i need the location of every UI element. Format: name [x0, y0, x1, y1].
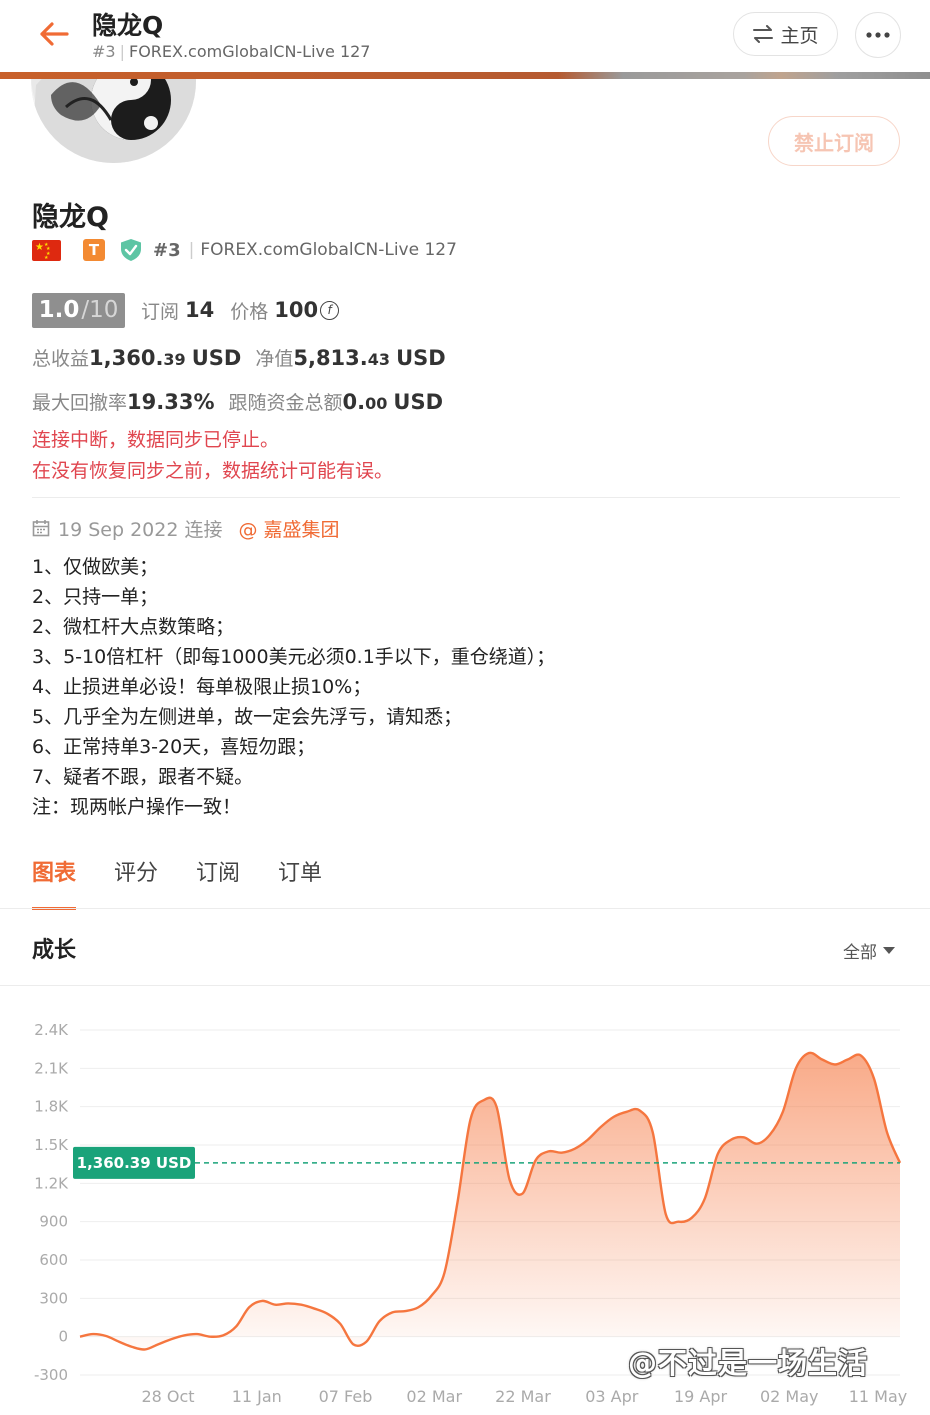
drawdown-label: 最大回撤率 [32, 392, 128, 414]
divider [32, 497, 900, 498]
stats-row-3: 最大回撤率19.33% 跟随资金总额0.00 USD [32, 388, 443, 415]
equity-label: 净值 [255, 348, 294, 370]
score-value: 1.0 [38, 297, 80, 323]
header-rank: #3 [92, 42, 116, 61]
sync-warning-line-1: 连接中断，数据同步已停止。 [32, 429, 280, 451]
price-label: 价格 [230, 300, 269, 323]
unsubscribe-button[interactable]: 禁止订阅 [768, 116, 900, 166]
y-tick-label: 600 [39, 1251, 68, 1269]
current-value-label: 1,360.39 USD [73, 1146, 195, 1179]
drawdown-value: 19.33% [127, 390, 215, 414]
provider-name: 隐龙Q [32, 202, 109, 233]
page-title: 隐龙Q [92, 11, 164, 40]
description-line: 2、微杠杆大点数策略； [32, 616, 235, 638]
description-line: 2、只持一单； [32, 586, 159, 608]
price-value: 100 [274, 298, 319, 322]
x-tick-label: 07 Feb [319, 1387, 373, 1406]
connected-date: 19 Sep 2022 连接 [58, 518, 223, 541]
description-line: 1、仅做欧美； [32, 556, 159, 578]
description-line: 7、疑者不跟，跟者不疑。 [32, 766, 254, 788]
x-tick-label: 28 Oct [141, 1387, 194, 1406]
home-button-label: 主页 [780, 24, 819, 47]
x-tick-label: 02 May [760, 1387, 819, 1406]
y-tick-label: 2.4K [34, 1021, 69, 1039]
x-tick-label: 03 Apr [585, 1387, 639, 1406]
y-tick-label: 0 [58, 1328, 68, 1346]
sync-warning: 连接中断，数据同步已停止。 在没有恢复同步之前，数据统计可能有误。 [32, 425, 393, 487]
description-line: 6、正常持单3-20天，喜短勿跟； [32, 736, 316, 758]
top-bar: 隐龙Q #3 | FOREX.comGlobalCN-Live 127 主页 [0, 0, 930, 72]
y-tick-label: 2.1K [34, 1059, 69, 1077]
total-profit-unit: USD [191, 346, 242, 370]
watermark: @不过是一场生活 [628, 1346, 869, 1380]
y-tick-label: 1.2K [34, 1174, 69, 1192]
tab-subscriptions[interactable]: 订阅 [196, 855, 240, 910]
tab-bar: 图表 评分 订阅 订单 [32, 855, 360, 910]
follow-funds-label: 跟随资金总额 [228, 392, 343, 414]
time-range-dropdown[interactable]: 全部 [843, 938, 895, 963]
time-range-value: 全部 [843, 943, 877, 963]
x-tick-label: 11 Jan [232, 1387, 282, 1406]
x-tick-label: 11 May [849, 1387, 908, 1406]
strategy-description: 1、仅做欧美； 2、只持一单； 2、微杠杆大点数策略； 3、5-10倍杠杆（即每… [32, 552, 555, 822]
x-tick-label: 22 Mar [495, 1387, 551, 1406]
tab-orders[interactable]: 订单 [278, 855, 322, 910]
verified-shield-icon [121, 239, 141, 261]
trader-type-badge: T [83, 239, 105, 261]
score-badge: 1.0/10 [32, 292, 125, 328]
follow-funds-decimals: 00 [365, 394, 388, 413]
y-tick-label: 900 [39, 1213, 68, 1231]
connection-meta: 19 Sep 2022 连接 @ 嘉盛集团 [32, 514, 340, 542]
follow-funds-unit: USD [393, 390, 444, 414]
equity-unit: USD [396, 346, 446, 370]
more-dots-icon [866, 32, 890, 38]
total-profit-label: 总收益 [32, 348, 90, 370]
y-tick-label: 300 [39, 1289, 68, 1307]
stats-row-2: 总收益1,360.39 USD 净值5,813.43 USD [32, 344, 446, 371]
growth-section-title: 成长 [32, 938, 77, 963]
provider-server: FOREX.comGlobalCN-Live 127 [200, 240, 457, 260]
equity-decimals: 43 [367, 350, 391, 369]
divider [0, 985, 930, 986]
x-tick-label: 02 Mar [406, 1387, 462, 1406]
score-max: /10 [81, 297, 119, 323]
description-line: 注：现两帐户操作一致！ [32, 796, 242, 818]
description-line: 3、5-10倍杠杆（即每1000美元必须0.1手以下，重仓绕道）； [32, 646, 556, 668]
total-profit-decimals: 39 [163, 350, 186, 369]
caret-down-icon [883, 946, 895, 954]
home-button[interactable]: 主页 [733, 12, 838, 56]
more-options-button[interactable] [855, 12, 901, 58]
current-value-text: 1,360.39 USD [77, 1154, 192, 1172]
swap-icon [753, 25, 774, 43]
y-tick-label: 1.5K [34, 1136, 69, 1154]
china-flag-icon: ★ ★ ★ ★ ★ [32, 239, 61, 261]
y-tick-label: -300 [34, 1366, 68, 1384]
provider-rank: #3 [153, 239, 181, 261]
x-tick-label: 19 Apr [674, 1387, 728, 1406]
equity-value: 5,813. [293, 346, 368, 370]
header-subtitle: #3 | FOREX.comGlobalCN-Live 127 [92, 42, 371, 61]
subscriptions-value: 14 [185, 298, 215, 322]
back-arrow-icon[interactable] [36, 16, 72, 52]
calendar-icon [32, 520, 50, 537]
description-line: 4、止损进单必设！每单极限止损10%； [32, 676, 372, 698]
provider-badges: ★ ★ ★ ★ ★ T #3 | FOREX.comGlobalCN-Live … [32, 236, 457, 264]
stats-row-1: 1.0/10 订阅 14 价格 100 f [32, 292, 340, 328]
divider [0, 908, 930, 909]
sync-warning-line-2: 在没有恢复同步之前，数据统计可能有误。 [32, 460, 394, 482]
y-tick-label: 1.8K [34, 1098, 69, 1116]
description-line: 5、几乎全为左侧进单，故一定会先浮亏，请知悉； [32, 706, 463, 728]
coin-icon: f [320, 300, 340, 320]
tab-rating[interactable]: 评分 [114, 855, 158, 910]
follow-funds-value: 0. [342, 390, 366, 414]
subscriptions-label: 订阅 [141, 300, 180, 323]
header-server: FOREX.comGlobalCN-Live 127 [128, 42, 371, 61]
total-profit-value: 1,360. [89, 346, 164, 370]
broker-link[interactable]: @ 嘉盛集团 [238, 515, 339, 542]
tab-chart[interactable]: 图表 [32, 855, 77, 910]
